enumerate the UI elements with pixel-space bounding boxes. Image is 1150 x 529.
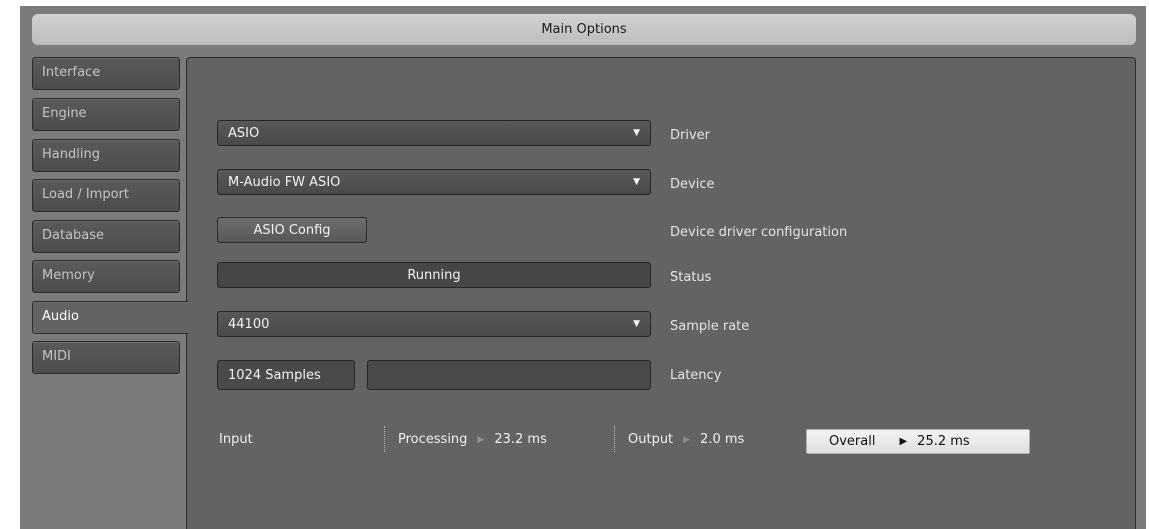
driver-dropdown[interactable]: ASIO ▼: [217, 120, 651, 146]
separator: [384, 426, 385, 452]
processing-value: 23.2 ms: [494, 432, 547, 447]
window-title: Main Options: [541, 22, 627, 37]
chevron-down-icon: ▼: [633, 319, 640, 329]
device-driver-configuration-label: Device driver configuration: [670, 225, 848, 240]
device-value: M-Audio FW ASIO: [228, 174, 341, 190]
latency-value-field: 1024 Samples: [217, 360, 355, 390]
tab-label: Database: [42, 228, 105, 243]
tab-label: Interface: [42, 65, 101, 80]
tab-engine[interactable]: Engine: [32, 98, 180, 131]
overall-value: 25.2 ms: [917, 434, 970, 449]
asio-config-button-label: ASIO Config: [253, 222, 331, 238]
input-label: Input: [219, 432, 253, 447]
tab-label: Load / Import: [42, 187, 129, 202]
output-readout: Output ▶ 2.0 ms: [628, 432, 744, 447]
latency-label: Latency: [670, 368, 722, 383]
status-display: Running: [217, 262, 651, 288]
sample-rate-label: Sample rate: [670, 319, 750, 334]
output-label: Output: [628, 432, 674, 447]
chevron-down-icon: ▼: [633, 177, 640, 187]
tab-midi[interactable]: MIDI: [32, 341, 180, 374]
tab-database[interactable]: Database: [32, 220, 180, 253]
tab-label: Memory: [42, 268, 95, 283]
sample-rate-dropdown[interactable]: 44100 ▼: [217, 311, 651, 337]
play-arrow-icon: ▶: [683, 434, 691, 445]
driver-value: ASIO: [228, 125, 260, 141]
tab-label: Engine: [42, 106, 87, 121]
sample-rate-value: 44100: [228, 316, 270, 332]
overall-label: Overall: [829, 434, 876, 449]
device-dropdown[interactable]: M-Audio FW ASIO ▼: [217, 169, 651, 195]
asio-config-button[interactable]: ASIO Config: [217, 217, 367, 243]
processing-label: Processing: [398, 432, 468, 447]
window-title-bar: Main Options: [32, 14, 1136, 45]
chevron-down-icon: ▼: [633, 128, 640, 138]
tab-interface[interactable]: Interface: [32, 57, 180, 90]
tab-handling[interactable]: Handling: [32, 139, 180, 172]
separator: [614, 426, 615, 452]
play-arrow-icon: ▶: [477, 434, 485, 445]
output-value: 2.0 ms: [700, 432, 745, 447]
latency-value: 1024 Samples: [228, 367, 321, 383]
status-label: Status: [670, 270, 712, 285]
device-label: Device: [670, 177, 715, 192]
play-arrow-icon: ▶: [899, 436, 908, 447]
tab-memory[interactable]: Memory: [32, 260, 180, 293]
tab-label: MIDI: [42, 349, 71, 364]
latency-slider[interactable]: [367, 360, 651, 390]
driver-label: Driver: [670, 128, 711, 143]
processing-readout: Processing ▶ 23.2 ms: [398, 432, 547, 447]
tab-label: Handling: [42, 147, 100, 162]
status-value: Running: [407, 267, 461, 283]
tab-load-import[interactable]: Load / Import: [32, 179, 180, 212]
overall-latency-display: Overall ▶ 25.2 ms: [806, 429, 1030, 454]
tab-audio[interactable]: Audio: [32, 301, 188, 334]
tab-label: Audio: [42, 309, 79, 324]
